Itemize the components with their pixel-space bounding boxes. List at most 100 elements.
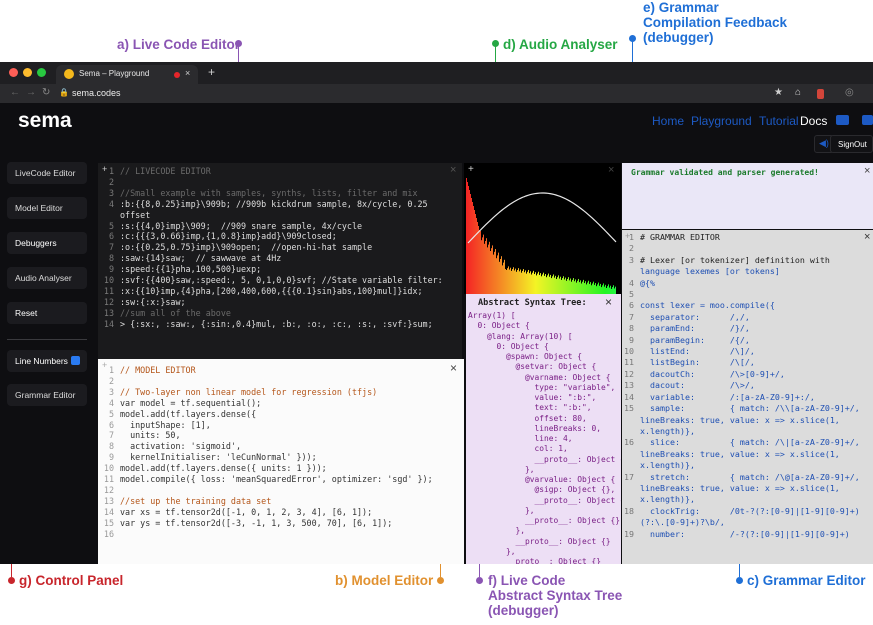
spectrum-bar: [593, 281, 594, 294]
panel-grammar-button[interactable]: Grammar Editor: [7, 384, 87, 406]
grammar-code-line: 8 paramEnd: /}/,: [622, 323, 860, 334]
grammar-code-line-text: # Lexer [or tokenizer] definition with: [640, 254, 830, 265]
spectrum-bar: [526, 273, 527, 294]
model-code-line: 4 var model = tf.sequential();: [100, 398, 433, 409]
grammar-code-line-text: dacout: /\>/,: [640, 380, 755, 391]
grammar-code-line-text: (?:\.[0-9]+)?\b/,: [640, 517, 725, 528]
grammar-code-line: lineBreaks: true, value: x => x.slice(1,: [622, 415, 860, 426]
nav-playground[interactable]: Playground: [691, 114, 752, 128]
signout-button[interactable]: SignOut: [830, 135, 873, 153]
live-code-line-text: :svf:{{400}saw,:speed:, 5, 0,1,0,0}svf; …: [120, 275, 443, 286]
grammar-code-line: 4 @{%: [622, 278, 860, 289]
grammar-code-line-text: listBegin: /\[/,: [640, 357, 755, 368]
spectrum-bar: [474, 210, 475, 294]
extension-icon[interactable]: ⌂: [795, 87, 801, 98]
grammar-code-line: lineBreaks: true, value: x => x.slice(1,: [622, 483, 860, 494]
spectrum-bar: [500, 259, 501, 294]
spectrum-bar: [535, 272, 536, 294]
checkbox-checked-icon[interactable]: [71, 356, 80, 365]
ast-node-line: __proto__: Object {}: [468, 516, 621, 525]
reload-icon[interactable]: ↻: [42, 87, 50, 98]
live-code-line-text: // LIVECODE EDITOR: [120, 166, 211, 176]
ast-close-icon[interactable]: ×: [605, 295, 612, 309]
back-arrow-icon[interactable]: ←: [10, 87, 20, 98]
spectrum-bar: [511, 270, 512, 294]
panel-model-label: Model Editor: [15, 203, 63, 213]
panel-linenumbers-label: Line Numbers: [15, 356, 68, 366]
grammar-code-line: 6 const lexer = moo.compile({: [622, 300, 860, 311]
chat-icon-2[interactable]: [862, 115, 873, 125]
tab-close-icon[interactable]: ×: [185, 68, 190, 78]
chat-icon[interactable]: [836, 115, 849, 125]
nav-home[interactable]: Home: [652, 114, 684, 128]
grammar-code-line: 18 clockTrig: /0t-?(?:[0-9]|[1-9][0-9]+): [622, 506, 860, 517]
url-field[interactable]: sema.codes: [72, 88, 121, 98]
grammar-code-line-text: x.length)},: [640, 494, 695, 505]
live-code-line-text: :c:{{{3,0.66}imp,{1,0.8}imp}add}\909clos…: [120, 231, 337, 242]
spectrum-bar: [473, 206, 474, 294]
grammar-code-line-number: 19: [624, 528, 634, 539]
grammar-editor[interactable]: + × 1 # GRAMMAR EDITOR 2 3 # Lexer [or token…: [622, 230, 873, 564]
model-code-line: 1 // MODEL EDITOR: [100, 365, 433, 376]
panel-debuggers-button[interactable]: Debuggers: [7, 232, 87, 254]
model-editor[interactable]: + × 1// MODEL EDITOR 2 3// Two-layer non l…: [98, 359, 464, 564]
spectrum-bar: [561, 279, 562, 294]
spectrum-bar: [582, 281, 583, 294]
spectrum-bar: [600, 283, 601, 294]
model-code-line: 2: [100, 376, 433, 387]
editor-close-icon[interactable]: ×: [450, 164, 456, 176]
signout-label: SignOut: [838, 140, 867, 149]
spectrum-bar: [486, 238, 487, 294]
spectrum-bar: [505, 269, 506, 294]
live-code-line: 14 > {:sx:, :saw:, {:sin:,0.4}mul, :b:, :…: [100, 319, 443, 330]
nav-tutorial[interactable]: Tutorial: [759, 114, 799, 128]
grammar-close-icon[interactable]: ×: [864, 231, 870, 243]
window-minimize-dot[interactable]: [23, 68, 32, 77]
panel-livecode-button[interactable]: LiveCode Editor: [7, 162, 87, 184]
extension-red-icon[interactable]: [817, 89, 824, 99]
grammar-code-line: x.length)},: [622, 494, 860, 505]
spectrum-bar: [530, 271, 531, 294]
waveform-line: [467, 192, 617, 244]
panel-debuggers-label: Debuggers: [15, 238, 57, 248]
spectrum-bar: [580, 280, 581, 294]
model-code-line-number: 7: [108, 430, 114, 441]
grammar-code-line-text: lineBreaks: true, value: x => x.slice(1,: [640, 414, 840, 425]
feedback-close-icon[interactable]: ×: [864, 165, 870, 177]
window-close-dot[interactable]: [9, 68, 18, 77]
model-close-icon[interactable]: ×: [450, 361, 457, 375]
spectrum-bar: [510, 267, 511, 294]
bookmark-star-icon[interactable]: ★: [774, 87, 783, 98]
spectrum-bar: [514, 270, 515, 294]
forward-arrow-icon[interactable]: →: [26, 87, 36, 98]
model-code-line-text: model.add(tf.layers.dense({ units: 1 }))…: [120, 463, 327, 474]
live-code-editor[interactable]: + × 1// LIVECODE EDITOR 2 3//Small example…: [98, 163, 462, 363]
model-code-line-number: 13: [103, 495, 114, 506]
app-logo[interactable]: sema: [18, 109, 72, 133]
spectrum-bar: [525, 270, 526, 294]
spectrum-bar: [607, 286, 608, 294]
panel-audio-button[interactable]: Audio Analyser: [7, 267, 87, 289]
nav-docs[interactable]: Docs: [800, 114, 827, 128]
profile-icon[interactable]: ◎: [845, 87, 854, 98]
panel-reset-button[interactable]: Reset: [7, 302, 87, 324]
spectrum-bar: [559, 278, 560, 294]
new-tab-button[interactable]: +: [208, 65, 215, 79]
ast-node-line: },: [468, 526, 526, 536]
panel-linenumbers-toggle[interactable]: Line Numbers: [7, 350, 87, 372]
spectrum-bar: [598, 282, 599, 294]
window-maximize-dot[interactable]: [37, 68, 46, 77]
spectrum-bar: [540, 273, 541, 294]
spectrum-bar: [506, 270, 507, 294]
panel-model-button[interactable]: Model Editor: [7, 197, 87, 219]
browser-tab-title: Sema – Playground: [79, 69, 150, 78]
ast-node-line: col: 1,: [468, 444, 568, 454]
browser-tab[interactable]: Sema – Playground ×: [56, 65, 198, 84]
spectrum-bar: [481, 240, 482, 294]
live-code-line-number: 5: [108, 220, 114, 231]
spectrum-bar: [560, 276, 561, 294]
callout-grammar-feedback: e) Grammar Compilation Feedback (debugge…: [643, 0, 788, 45]
spectrum-bar: [546, 277, 547, 294]
spectrum-bar: [522, 270, 523, 294]
spectrum-bar: [597, 284, 598, 294]
